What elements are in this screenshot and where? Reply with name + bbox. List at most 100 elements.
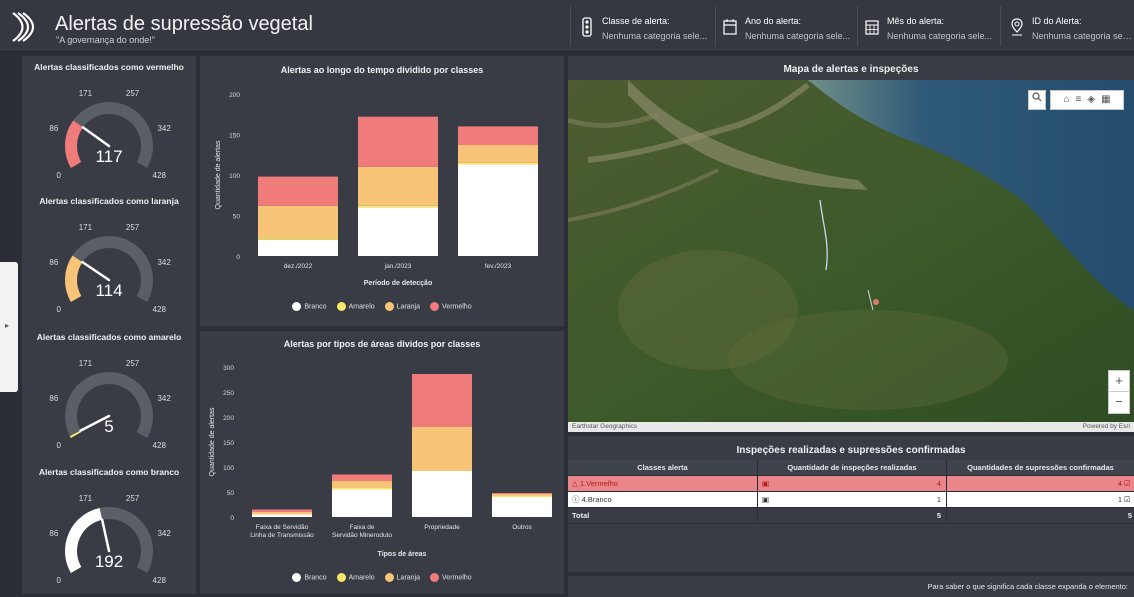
table-row[interactable]: ⓘ 4.Branco ▣ 1 1 ☑: [568, 492, 1134, 508]
bar-segment-vermelho[interactable]: [492, 493, 552, 494]
table-header-inspections[interactable]: Quantidade de inspeções realizadas: [758, 460, 946, 476]
bar-segment-amarelo[interactable]: [458, 162, 538, 165]
filter-year[interactable]: Ano do alerta: Nenhuma categoria sele...: [723, 12, 858, 44]
legend-item-branco[interactable]: Branco: [292, 573, 327, 582]
bar-segment-branco[interactable]: [412, 471, 472, 517]
bar-segment-amarelo[interactable]: [492, 496, 552, 497]
map-attribution-powered[interactable]: Powered by Esri: [1083, 423, 1130, 430]
bar-segment-vermelho[interactable]: [332, 474, 392, 482]
table-header-class[interactable]: Classes alerta: [568, 460, 757, 476]
gauge-fill: [65, 255, 83, 302]
gauge-tick-label: 257: [126, 494, 140, 503]
gauge-red-svg: 0 86 171 257 342 428 117: [49, 89, 171, 180]
gauge-yellow-svg: 0 86 171 257 342 428 5: [49, 359, 171, 450]
bar-segment-branco[interactable]: [358, 207, 438, 256]
gauge-tick-label: 342: [157, 529, 171, 538]
gauge-value: 114: [95, 281, 122, 300]
filter-separator: [715, 6, 716, 46]
table-header-suppressions[interactable]: Quantidades de supressões confirmadas: [947, 460, 1134, 476]
bar-segment-branco[interactable]: [458, 164, 538, 256]
table-total-inspections: 5: [936, 511, 941, 520]
legend-item-branco[interactable]: Branco: [292, 302, 327, 311]
app-subtitle: "A governança do onde!": [56, 35, 155, 45]
legend-label: Amarelo: [348, 303, 375, 311]
bar-segment-vermelho[interactable]: [258, 176, 338, 206]
gauges-panel: Alertas classificados como vermelho 0 86 1…: [22, 56, 196, 594]
filter-class[interactable]: Classe de alerta: Nenhuma categoria sele…: [580, 12, 715, 44]
list-icon[interactable]: ≡: [1076, 94, 1082, 105]
bar-segment-vermelho[interactable]: [458, 126, 538, 146]
bar-segment-laranja[interactable]: [492, 494, 552, 496]
legend-label: Branco: [304, 303, 327, 311]
bar-segment-branco[interactable]: [492, 497, 552, 517]
bar-segment-branco[interactable]: [332, 489, 392, 518]
bar-segment-vermelho[interactable]: [358, 116, 438, 167]
gauge-tick-label: 0: [57, 171, 62, 180]
bar-segment-laranja[interactable]: [358, 166, 438, 206]
bar-segment-laranja[interactable]: [252, 512, 312, 515]
y-tick-label: 250: [223, 390, 234, 397]
bar-segment-amarelo[interactable]: [258, 238, 338, 240]
legend-swatch: [430, 302, 440, 311]
x-axis-label: Tipos de áreas: [378, 551, 427, 558]
y-tick-label: 0: [236, 254, 240, 261]
bar-segment-laranja[interactable]: [412, 427, 472, 471]
legend-item-vermelho[interactable]: Vermelho: [430, 302, 472, 311]
inspection-icon: ▣: [762, 495, 770, 504]
legend-item-laranja[interactable]: Laranja: [384, 573, 420, 582]
zoom-out-button[interactable]: −: [1109, 392, 1129, 413]
bar-segment-amarelo[interactable]: [332, 488, 392, 490]
legend-item-vermelho[interactable]: Vermelho: [430, 573, 472, 582]
gauge-needle: [81, 260, 111, 282]
legend-item-amarelo[interactable]: Amarelo: [336, 573, 375, 582]
x-tick-label: Servidão Mineroduto: [332, 532, 392, 539]
legend-label: Amarelo: [348, 574, 375, 582]
gauge-tick-label: 86: [49, 124, 58, 133]
map-attribution-source: Earthstar Geographics: [572, 423, 638, 430]
y-axis-label: Quantidade de alertas: [209, 407, 216, 476]
bar-segment-laranja[interactable]: [258, 205, 338, 239]
x-tick-label: Linha de Transmissão: [250, 532, 314, 539]
info-panel[interactable]: Para saber o que significa cada classe e…: [568, 576, 1134, 597]
bar-segment-laranja[interactable]: [332, 481, 392, 488]
bar-segment-branco[interactable]: [252, 514, 312, 518]
bar-segment-branco[interactable]: [258, 239, 338, 256]
filter-year-label: Ano do alerta:: [745, 16, 802, 26]
gauge-tick-label: 257: [126, 223, 140, 232]
layers-icon[interactable]: ◈: [1087, 94, 1095, 105]
filter-class-value: Nenhuma categoria sele...: [602, 31, 708, 41]
table-header-row: Classes alerta Quantidade de inspeções r…: [568, 460, 1134, 476]
y-tick-label: 150: [229, 133, 240, 140]
chart-time-svg[interactable]: 0 50 100 150 200 Quantidade de alertas dez./20…: [200, 56, 564, 326]
y-tick-label: 300: [223, 365, 234, 372]
gauge-tick-label: 0: [57, 441, 62, 450]
legend-item-laranja[interactable]: Laranja: [384, 302, 420, 311]
filter-alert-id[interactable]: ID do Alerta: Nenhuma categoria sele...: [1010, 12, 1134, 44]
gauge-tick-label: 171: [79, 494, 93, 503]
basemap-gallery-icon[interactable]: ▦: [1101, 94, 1110, 105]
check-square-icon: ☑: [1124, 479, 1131, 488]
bar-segment-laranja[interactable]: [458, 145, 538, 163]
table-row[interactable]: △ 1.Vermelho ▣ 4 4 ☑: [568, 476, 1134, 492]
bar-segment-vermelho[interactable]: [412, 374, 472, 427]
y-tick-label: 50: [233, 214, 241, 221]
table-panel: Inspeções realizadas e supressões confir…: [568, 436, 1134, 572]
map-search-button[interactable]: [1028, 90, 1046, 110]
chart-areas-panel: Alertas por tipos de áreas dividos por c…: [200, 331, 564, 594]
zoom-in-button[interactable]: +: [1109, 371, 1129, 392]
map-view[interactable]: ⌂ ≡ ◈ ▦ + −: [568, 80, 1134, 422]
warning-triangle-icon: △: [572, 479, 578, 488]
bar-segment-vermelho[interactable]: [252, 509, 312, 513]
gauge-orange: Alertas classificados como laranja 0 86 17…: [22, 190, 196, 322]
chart-areas-svg[interactable]: 0 50 100 150 200 250 300 Quantidade de alertas F…: [200, 331, 564, 594]
bar-segment-amarelo[interactable]: [358, 205, 438, 208]
filter-month[interactable]: Mês do alerta: Nenhuma categoria sele...: [865, 12, 1000, 44]
side-panel-toggle[interactable]: ▸: [0, 262, 18, 392]
gauge-tick-label: 342: [157, 394, 171, 403]
gauge-tick-label: 342: [157, 124, 171, 133]
zoom-control: + −: [1108, 370, 1130, 414]
table-title: Inspeções realizadas e supressões confir…: [736, 445, 966, 456]
home-icon[interactable]: ⌂: [1063, 94, 1069, 105]
legend-item-amarelo[interactable]: Amarelo: [336, 302, 375, 311]
chevron-right-icon: ▸: [5, 321, 10, 330]
